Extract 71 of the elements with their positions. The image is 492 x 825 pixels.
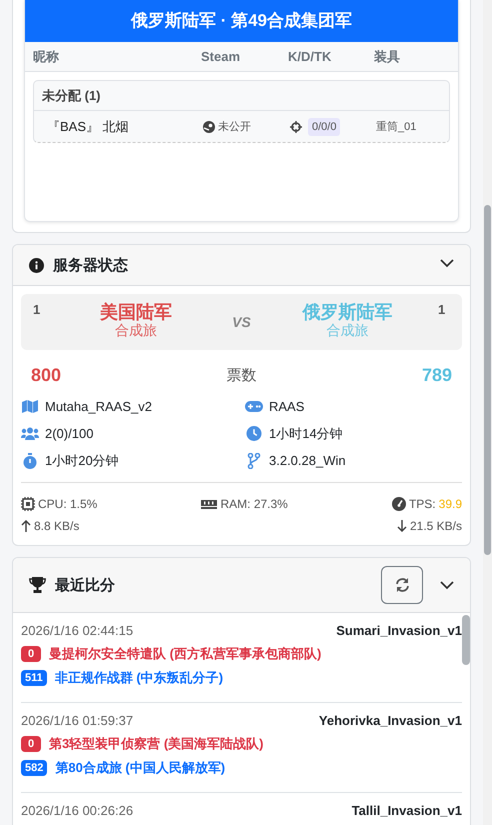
player-name: 『BAS』 北烟 <box>47 118 130 136</box>
match-time: 2026/1/16 01:59:37 <box>21 713 134 728</box>
map-name: Yehorivka_Invasion_v1 <box>318 713 462 728</box>
scrollbar-thumb[interactable] <box>462 615 470 665</box>
tps-value: 39.9 <box>438 497 462 511</box>
column-header: 昵称 <box>33 48 60 66</box>
gamepad-icon <box>245 401 263 412</box>
team-title: 俄罗斯陆军 · 第49合成集团军 <box>25 0 458 42</box>
map-name: Sumari_Invasion_v1 <box>336 623 462 638</box>
card-title: 最近比分 <box>55 576 116 594</box>
info-value: 3.2.0.28_Win <box>269 453 346 468</box>
match-time: 2026/1/16 00:26:26 <box>21 803 134 818</box>
card-title: 服务器状态 <box>53 256 129 274</box>
team-name: 美国陆军 <box>100 302 172 322</box>
score-badge: 511 <box>21 670 47 686</box>
upload-speed: 8.8 KB/s <box>34 519 80 533</box>
map-icon <box>21 400 39 413</box>
faction-name: 曼提柯尔安全特遣队 (西方私营军事承包商部队) <box>49 644 322 662</box>
squad-name: 未分配 (1) <box>34 81 449 111</box>
card-header[interactable]: 服务器状态 <box>13 245 470 286</box>
team-subtitle: 合成旅 <box>114 322 157 338</box>
stopwatch-icon <box>21 452 39 468</box>
score-badge: 582 <box>21 760 48 776</box>
memory-icon <box>201 498 218 510</box>
trophy-icon <box>29 577 46 593</box>
tickets-label: 票数 <box>226 366 256 384</box>
column-header: K/D/TK <box>288 49 332 64</box>
ram-usage: RAM: 27.3% <box>220 497 288 511</box>
team-name: 俄罗斯陆军 <box>302 302 392 322</box>
users-icon <box>21 427 39 440</box>
refresh-icon <box>394 578 410 592</box>
chevron-icon[interactable] <box>440 258 454 268</box>
cpu-icon <box>21 497 35 511</box>
cpu-usage: CPU: 1.5% <box>38 497 98 511</box>
vs-label: VS <box>231 314 252 330</box>
info-value: 1小时14分钟 <box>269 424 343 442</box>
scrollbar-thumb[interactable] <box>484 205 491 555</box>
gauge-icon <box>392 497 406 511</box>
info-icon <box>29 258 44 272</box>
crosshair-icon <box>290 120 302 132</box>
tps-label: TPS: <box>408 497 436 511</box>
info-value: 2(0)/100 <box>45 426 94 441</box>
steam-status: 未公开 <box>218 120 251 134</box>
kdt-badge: 0/0/0 <box>308 118 340 136</box>
score-badge: 0 <box>21 646 41 662</box>
player-count: 1 <box>438 302 446 317</box>
faction-name: 非正规作战群 (中东叛乱分子) <box>54 668 224 686</box>
chevron-icon[interactable] <box>440 580 454 590</box>
map-name: Tallil_Invasion_v1 <box>352 803 462 818</box>
match-time: 2026/1/16 02:44:15 <box>21 623 134 638</box>
column-header: 装具 <box>374 48 401 66</box>
arrow-up-icon <box>21 520 31 532</box>
refresh-button[interactable] <box>381 566 423 604</box>
column-header: Steam <box>201 49 242 64</box>
ticket-count: 789 <box>422 364 452 386</box>
info-value: Mutaha_RAAS_v2 <box>45 399 152 414</box>
info-value: RAAS <box>269 399 304 414</box>
steam-icon <box>203 120 215 132</box>
clock-icon <box>245 426 263 441</box>
faction-name: 第80合成旅 (中国人民解放军) <box>55 758 226 776</box>
download-speed: 21.5 KB/s <box>410 519 462 533</box>
player-count: 1 <box>33 302 42 317</box>
arrow-down-icon <box>396 520 407 532</box>
ticket-count: 800 <box>31 364 62 386</box>
info-value: 1小时20分钟 <box>45 452 119 470</box>
branch-icon <box>245 452 263 468</box>
card-header[interactable]: 最近比分 <box>13 558 470 613</box>
kit-name: 重筒_01 <box>376 120 418 134</box>
team-subtitle: 合成旅 <box>326 322 368 338</box>
faction-name: 第3轻型装甲侦察营 (美国海军陆战队) <box>49 734 264 752</box>
score-badge: 0 <box>21 736 41 752</box>
